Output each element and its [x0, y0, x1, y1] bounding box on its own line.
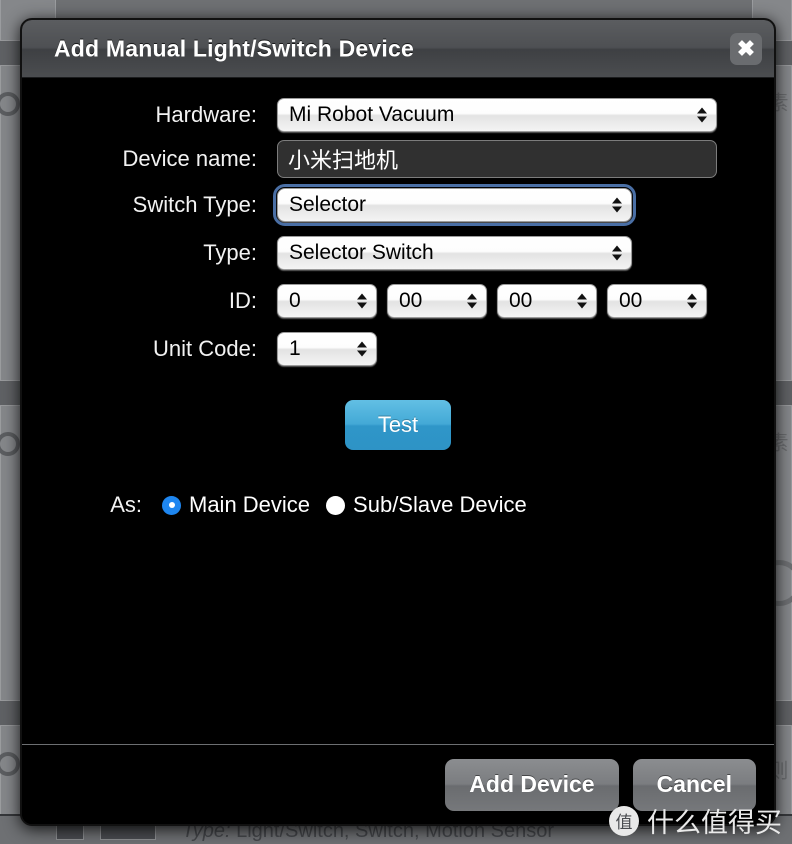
- id-row: ID: 0 00 00 00: [22, 284, 774, 318]
- close-icon: ✖: [736, 35, 756, 61]
- radio-sub-slave-device[interactable]: Sub/Slave Device: [326, 492, 527, 518]
- unit-code-row: Unit Code: 1: [22, 332, 774, 366]
- chevron-updown-icon: [697, 107, 707, 123]
- device-role-radio-group: Main Device Sub/Slave Device: [162, 492, 527, 518]
- chevron-updown-icon: [357, 341, 367, 357]
- watermark: 值 什么值得买: [609, 801, 782, 840]
- modal-body: Hardware: Mi Robot Vacuum Device name: S…: [22, 78, 774, 746]
- type-row: Type: Selector Switch: [22, 236, 774, 270]
- radio-main-device[interactable]: Main Device: [162, 492, 310, 518]
- type-label: Type:: [203, 240, 257, 265]
- switch-type-row: Switch Type: Selector: [22, 184, 774, 226]
- modal-titlebar: Add Manual Light/Switch Device ✖: [22, 20, 774, 78]
- radio-unselected-icon: [326, 495, 346, 515]
- device-name-input[interactable]: [277, 140, 717, 178]
- chevron-updown-icon: [612, 197, 622, 213]
- device-name-label: Device name:: [122, 146, 257, 171]
- close-button[interactable]: ✖: [730, 32, 762, 65]
- id-select-4-value: 00: [619, 289, 643, 312]
- add-device-modal: Add Manual Light/Switch Device ✖ Hardwar…: [20, 18, 776, 826]
- type-select-value: Selector Switch: [289, 241, 434, 264]
- id-select-2-value: 00: [399, 289, 423, 312]
- radio-sub-slave-device-label: Sub/Slave Device: [353, 492, 527, 517]
- switch-type-label: Switch Type:: [132, 192, 257, 217]
- radio-selected-icon: [162, 495, 181, 515]
- id-label: ID:: [228, 288, 257, 313]
- chevron-updown-icon: [687, 293, 697, 309]
- test-row: Test: [22, 400, 774, 450]
- page-title: Add Manual Light/Switch Device: [54, 35, 414, 61]
- add-device-button[interactable]: Add Device: [445, 758, 619, 811]
- unit-code-select[interactable]: 1: [277, 332, 377, 366]
- device-name-row: Device name:: [22, 140, 774, 178]
- id-select-3[interactable]: 00: [497, 284, 597, 318]
- type-select[interactable]: Selector Switch: [277, 236, 632, 270]
- test-button[interactable]: Test: [345, 400, 451, 450]
- radio-main-device-label: Main Device: [189, 492, 311, 517]
- watermark-text: 什么值得买: [647, 808, 782, 839]
- id-select-4[interactable]: 00: [607, 284, 707, 318]
- switch-type-select-value: Selector: [289, 193, 367, 216]
- chevron-updown-icon: [467, 293, 477, 309]
- chevron-updown-icon: [357, 293, 367, 309]
- id-select-2[interactable]: 00: [387, 284, 487, 318]
- unit-code-label: Unit Code:: [153, 336, 257, 361]
- hardware-select[interactable]: Mi Robot Vacuum: [277, 98, 717, 132]
- watermark-badge-icon: 值: [609, 805, 639, 836]
- as-row: As: Main Device Sub/Slave Device: [22, 492, 774, 518]
- switch-type-select[interactable]: Selector: [273, 184, 636, 226]
- id-select-3-value: 00: [509, 289, 533, 312]
- id-select-1-value: 0: [289, 289, 301, 312]
- as-label: As:: [110, 492, 142, 517]
- chevron-updown-icon: [577, 293, 587, 309]
- chevron-updown-icon: [612, 245, 622, 261]
- hardware-label: Hardware:: [155, 102, 257, 127]
- hardware-row: Hardware: Mi Robot Vacuum: [22, 98, 774, 132]
- hardware-select-value: Mi Robot Vacuum: [289, 103, 455, 126]
- id-select-1[interactable]: 0: [277, 284, 377, 318]
- unit-code-select-value: 1: [289, 337, 301, 360]
